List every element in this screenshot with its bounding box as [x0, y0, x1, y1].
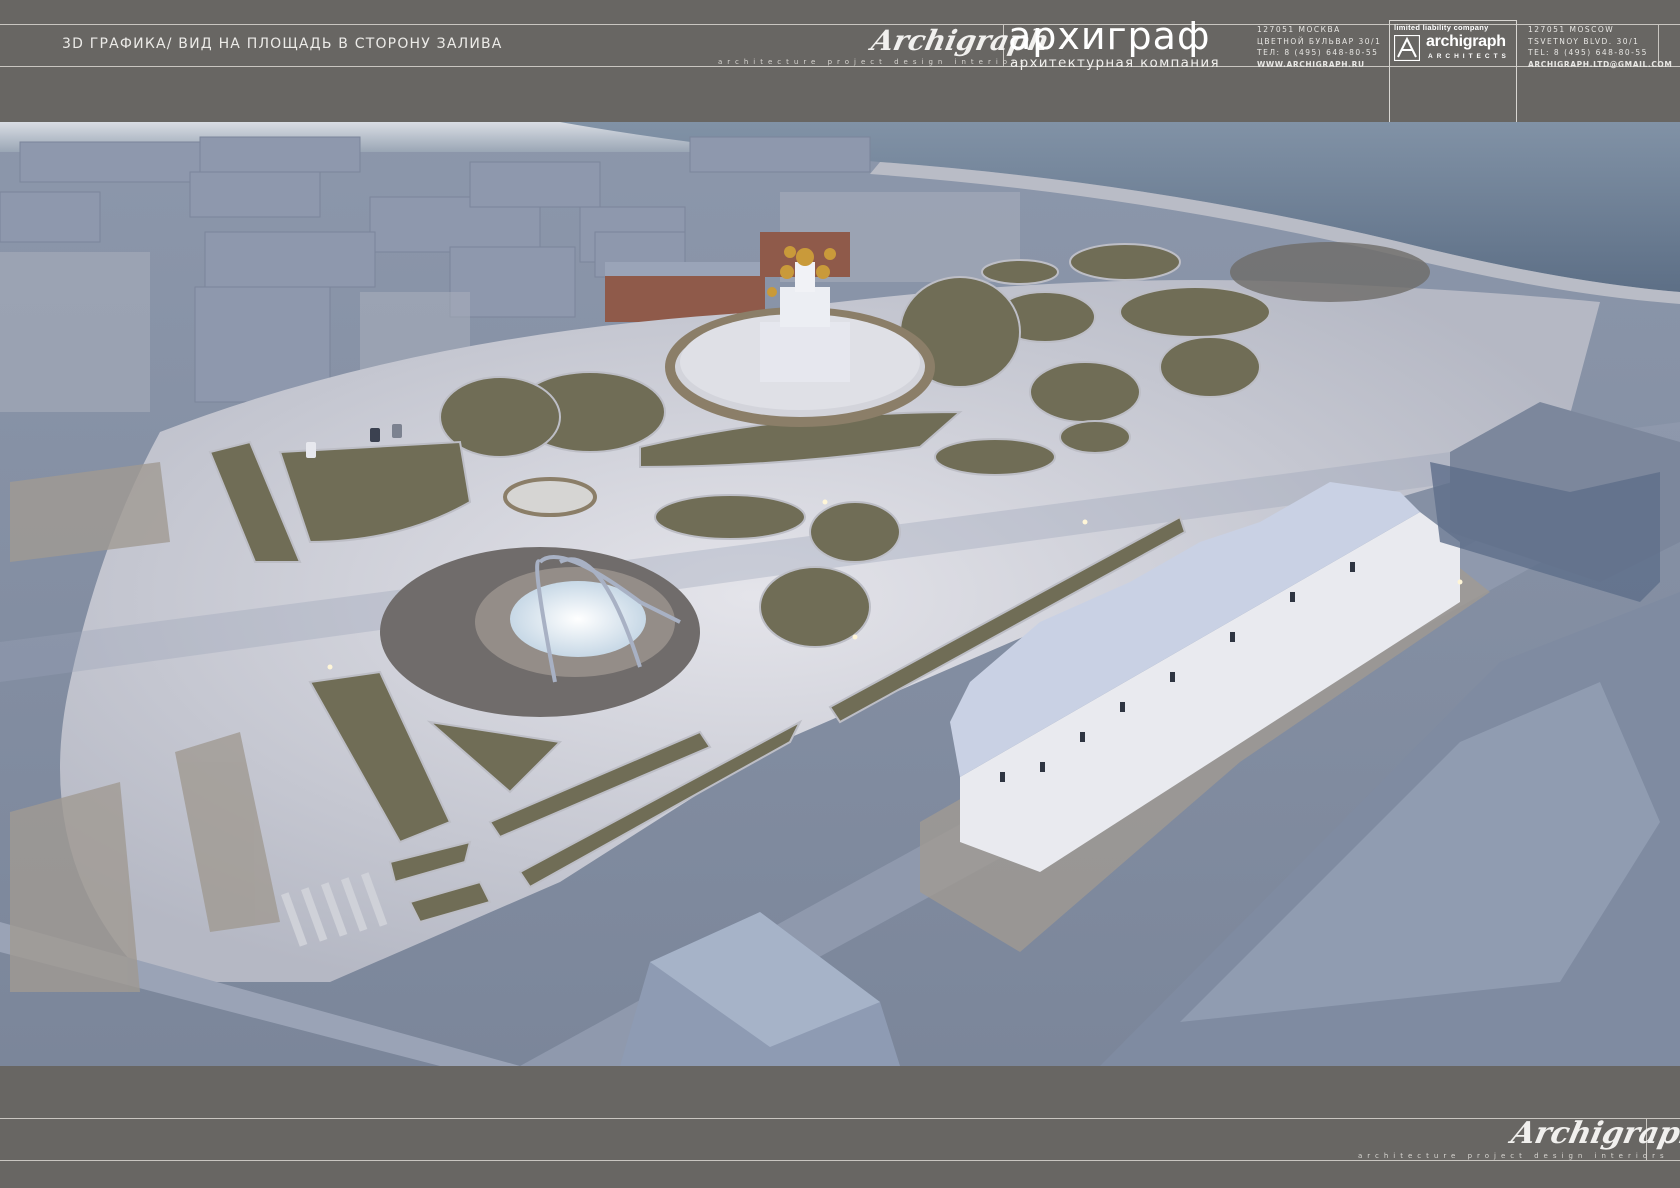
logo-architects: ARCHITECTS: [1428, 53, 1510, 60]
brand-subtitle: архитектурная компания: [1010, 55, 1220, 71]
footer-tagline: architecture project design interiors: [1358, 1152, 1669, 1160]
footer-rule-top: [0, 1118, 1680, 1119]
address-en-line2: TSVETNOY BLVD. 30/1: [1528, 36, 1640, 46]
address-en-line1: 127051 MOSCOW: [1528, 25, 1615, 34]
address-en: 127051 MOSCOW TSVETNOY BLVD. 30/1 TEL: 8…: [1528, 24, 1672, 70]
aerial-render-image: [0, 122, 1680, 1066]
brand-tagline: architecture project design interiors: [718, 58, 1029, 66]
address-en-email: ARCHIGRAPH.LTD@GMAIL.COM: [1528, 59, 1673, 69]
address-ru: 127051 МОСКВА ЦВЕТНОЙ БУЛЬВАР 30/1 ТЕЛ: …: [1257, 24, 1381, 70]
logo-wordmark: archigraph: [1426, 33, 1506, 50]
brand-name: архиграф: [1008, 14, 1211, 58]
address-en-line3: TEL: 8 (495) 648-80-55: [1528, 48, 1648, 57]
footer-signature-logo: Archigraph: [1508, 1116, 1680, 1151]
footer-rule-bottom: [0, 1160, 1680, 1161]
logo-llc: limited liability company: [1394, 23, 1489, 32]
address-ru-line2: ЦВЕТНОЙ БУЛЬВАР 30/1: [1257, 36, 1382, 46]
address-ru-line1: 127051 МОСКВА: [1257, 25, 1341, 34]
address-ru-website: WWW.ARCHIGRAPH.RU: [1257, 59, 1365, 69]
sheet-title: 3D ГРАФИКА/ ВИД НА ПЛОЩАДЬ В СТОРОНУ ЗАЛ…: [62, 36, 503, 52]
address-ru-line3: ТЕЛ: 8 (495) 648-80-55: [1257, 48, 1379, 57]
archigraph-mark-icon: [1394, 35, 1420, 61]
